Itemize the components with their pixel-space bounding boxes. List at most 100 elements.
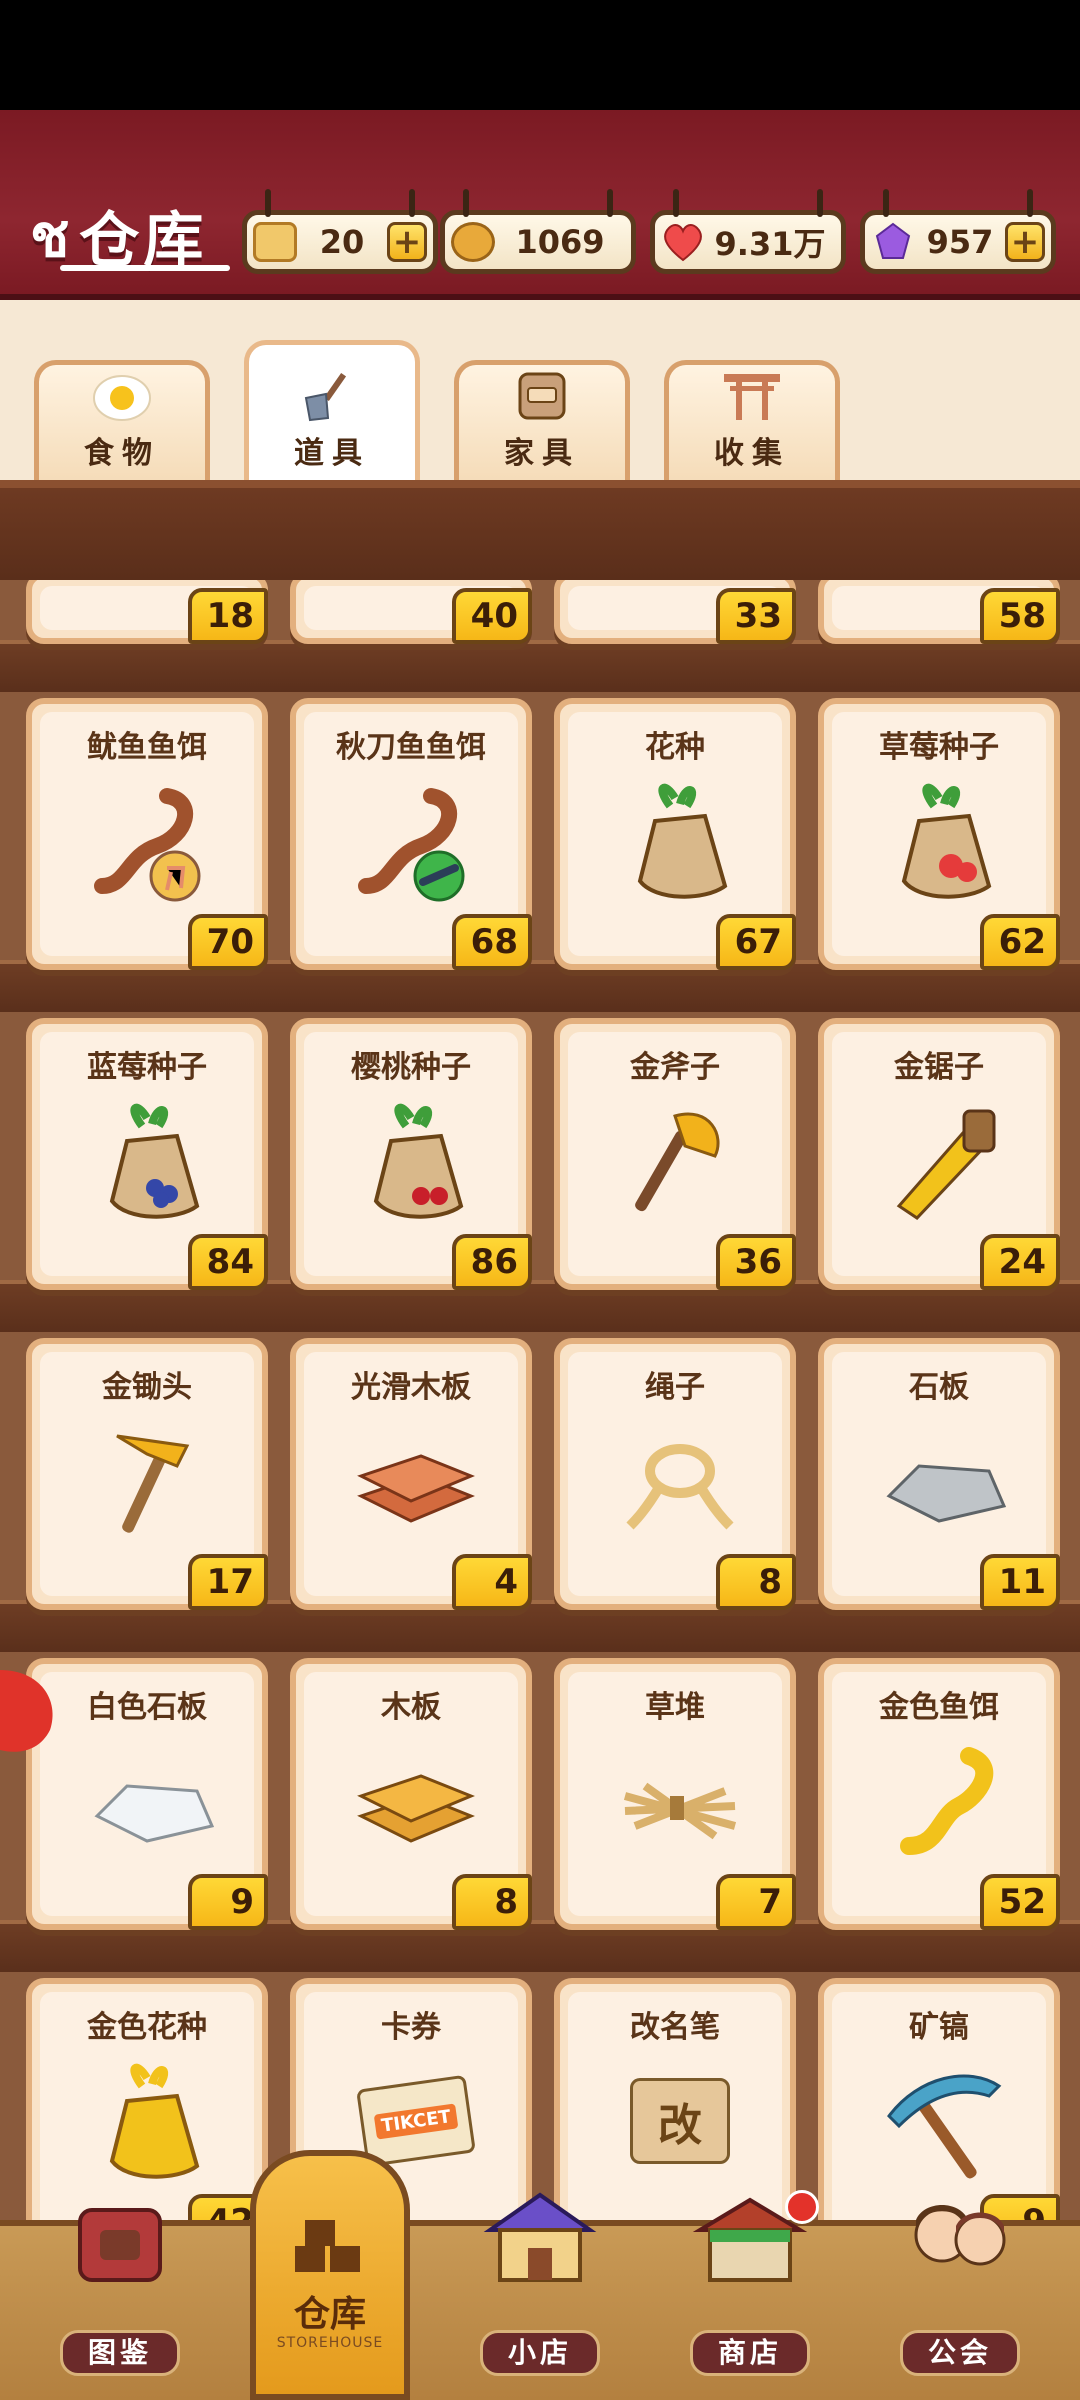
gold-saw-icon <box>896 1109 996 1220</box>
item-count: 33 <box>716 588 796 644</box>
nav-label: 公会 <box>900 2330 1020 2376</box>
item-count: 52 <box>980 1874 1060 1930</box>
coin-icon <box>451 222 495 262</box>
item-name: 花种 <box>645 730 705 765</box>
item-card-gold-hoe[interactable]: 金锄头 17 <box>26 1338 268 1610</box>
coin-currency: 1069 <box>440 189 636 274</box>
item-count: 24 <box>980 1234 1060 1290</box>
category-tabs: 食物 道具 家具 收集 <box>0 300 1080 480</box>
item-name: 矿镐 <box>909 2010 969 2045</box>
heart-value: 9.31万 <box>714 225 826 263</box>
guild-icon <box>914 2205 1006 2266</box>
tab-label: 收集 <box>714 436 790 471</box>
item-card-flower-seed[interactable]: 花种 67 <box>554 698 796 970</box>
item-name: 秋刀鱼鱼饵 <box>336 730 486 765</box>
item-name: 蓝莓种子 <box>87 1050 207 1085</box>
rope-icon <box>626 1444 734 1530</box>
item-card-blueberry-seed[interactable]: 蓝莓种子 84 <box>26 1018 268 1290</box>
tab-tools[interactable]: 道具 <box>244 340 420 480</box>
item-card-cherry-seed[interactable]: 樱桃种子 86 <box>290 1018 532 1290</box>
gem-icon <box>871 222 915 262</box>
nav-label: 图鉴 <box>60 2330 180 2376</box>
item-card-rope[interactable]: 绳子 8 <box>554 1338 796 1610</box>
shelf-top <box>0 480 1080 580</box>
cherry-seed-bag-icon <box>373 1103 464 1219</box>
item-count: 67 <box>716 914 796 970</box>
item-card-wood-plank[interactable]: 木板 8 <box>290 1658 532 1930</box>
item-count: 18 <box>188 588 268 644</box>
item-name: 金色鱼饵 <box>879 1690 999 1725</box>
item-count: 8 <box>716 1554 796 1610</box>
saury-bait-icon <box>358 788 465 902</box>
item-count: 8 <box>452 1874 532 1930</box>
item-count: 11 <box>980 1554 1060 1610</box>
side-decoration-icon <box>0 1670 53 1752</box>
nav-small-shop[interactable]: 小店 <box>460 2192 620 2390</box>
item-card-smooth-plank[interactable]: 光滑木板 4 <box>290 1338 532 1610</box>
stone-slab-icon <box>886 1464 1007 1523</box>
item-count: 86 <box>452 1234 532 1290</box>
encyclopedia-icon <box>78 2208 162 2282</box>
item-name: 金锯子 <box>894 1050 984 1085</box>
tab-collection[interactable]: 收集 <box>664 360 840 480</box>
item-name: 木板 <box>381 1690 441 1725</box>
item-name: 绳子 <box>645 1370 705 1405</box>
nav-encyclopedia[interactable]: 图鉴 <box>40 2208 200 2390</box>
rename-pen-icon: 改 <box>615 2056 745 2186</box>
item-card-gold-saw[interactable]: 金锯子 24 <box>818 1018 1060 1290</box>
title-underline <box>60 265 230 271</box>
item-card[interactable]: 33 <box>554 580 796 644</box>
item-name: 鱿鱼鱼饵 <box>87 730 207 765</box>
fried-egg-icon <box>93 375 151 421</box>
squid-bait-icon <box>94 788 201 902</box>
ticket-icon <box>253 222 297 262</box>
item-count: 17 <box>188 1554 268 1610</box>
haystack-icon <box>623 1782 737 1840</box>
nav-store[interactable]: 商店 <box>670 2197 830 2390</box>
flower-seed-bag-icon <box>637 783 728 899</box>
inventory-grid: 18 40 33 58 鱿鱼鱼饵 70 秋刀鱼鱼饵 68 花种 67 草莓种子 … <box>0 580 1080 2240</box>
nav-label: 小店 <box>480 2330 600 2376</box>
item-card-gold-axe[interactable]: 金斧子 36 <box>554 1018 796 1290</box>
tab-food[interactable]: 食物 <box>34 360 210 480</box>
heart-icon <box>661 222 705 262</box>
gold-flower-seed-icon <box>109 2063 200 2179</box>
item-count: 62 <box>980 914 1060 970</box>
gold-hoe-icon <box>116 1434 190 1533</box>
add-gem-button[interactable]: + <box>1005 222 1045 262</box>
item-count: 84 <box>188 1234 268 1290</box>
item-card[interactable]: 18 <box>26 580 268 644</box>
item-card-saury-bait[interactable]: 秋刀鱼鱼饵 68 <box>290 698 532 970</box>
cabinet-icon <box>518 372 566 420</box>
strawberry-seed-bag-icon <box>901 783 992 899</box>
torii-gate-icon <box>724 374 780 420</box>
item-card-strawberry-seed[interactable]: 草莓种子 62 <box>818 698 1060 970</box>
tab-label: 食物 <box>84 436 160 471</box>
top-header: ช 仓库 20 + 1069 9.31万 957 + <box>0 110 1080 300</box>
item-count: 58 <box>980 588 1060 644</box>
item-name: 石板 <box>909 1370 969 1405</box>
nav-label: 商店 <box>690 2330 810 2376</box>
item-count: 68 <box>452 914 532 970</box>
item-card-haystack[interactable]: 草堆 7 <box>554 1658 796 1930</box>
status-bar <box>0 0 1080 110</box>
item-name: 金色花种 <box>87 2010 207 2045</box>
item-card[interactable]: 58 <box>818 580 1060 644</box>
coin-value: 1069 <box>515 223 605 261</box>
item-name: 白色石板 <box>87 1690 207 1725</box>
item-card-squid-bait[interactable]: 鱿鱼鱼饵 70 <box>26 698 268 970</box>
tab-furniture[interactable]: 家具 <box>454 360 630 480</box>
gem-value: 957 <box>926 223 994 261</box>
item-count: 4 <box>452 1554 532 1610</box>
item-card-white-stone-slab[interactable]: 白色石板 9 <box>26 1658 268 1930</box>
item-card[interactable]: 40 <box>290 580 532 644</box>
item-name: 草莓种子 <box>879 730 999 765</box>
nav-guild[interactable]: 公会 <box>880 2205 1040 2390</box>
blueberry-seed-bag-icon <box>109 1103 200 1219</box>
rename-stamp-text: 改 <box>658 2100 702 2151</box>
item-card-gold-bait[interactable]: 金色鱼饵 52 <box>818 1658 1060 1930</box>
add-ticket-button[interactable]: + <box>387 222 427 262</box>
item-name: 金锄头 <box>102 1370 192 1405</box>
item-name: 改名笔 <box>630 2010 720 2045</box>
item-card-stone-slab[interactable]: 石板 11 <box>818 1338 1060 1610</box>
